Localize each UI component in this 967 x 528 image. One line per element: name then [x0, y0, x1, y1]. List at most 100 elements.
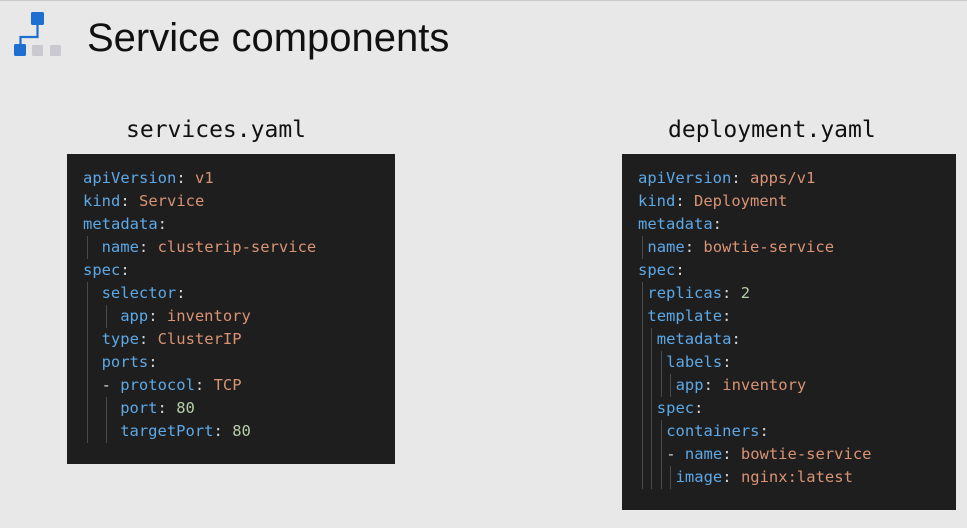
yaml-key: apiVersion	[83, 169, 177, 187]
yaml-key: kind	[83, 192, 121, 210]
yaml-key: protocol	[120, 376, 195, 394]
yaml-key: spec	[83, 261, 121, 279]
top-border	[0, 0, 967, 1]
yaml-value: Deployment	[694, 192, 788, 210]
list-dash: -	[666, 445, 685, 463]
yaml-colon: :	[675, 261, 685, 279]
indent-guide	[642, 282, 643, 489]
deployment-yaml-code-block: apiVersion: apps/v1 kind: Deployment metad…	[622, 154, 956, 510]
code-line: image: nginx:latest	[676, 466, 853, 489]
code-line: type: ClusterIP	[102, 328, 242, 351]
yaml-colon: :	[176, 284, 186, 302]
yaml-colon: :	[675, 192, 694, 210]
yaml-colon: :	[194, 376, 214, 394]
yaml-value: 2	[740, 284, 751, 302]
deployment-yaml-filename: deployment.yaml	[668, 117, 876, 143]
yaml-colon: :	[731, 330, 741, 348]
yaml-value: ClusterIP	[157, 330, 242, 348]
yaml-value: Service	[139, 192, 205, 210]
yaml-value: apps/v1	[750, 169, 816, 187]
yaml-key: labels	[666, 353, 723, 371]
yaml-colon: :	[759, 422, 769, 440]
yaml-key: port	[120, 399, 158, 417]
code-line: selector:	[102, 282, 186, 305]
yaml-key: name	[647, 238, 685, 256]
code-line: spec:	[83, 259, 130, 282]
yaml-key: targetPort	[120, 422, 214, 440]
yaml-colon: :	[157, 215, 167, 233]
yaml-key: metadata	[83, 215, 158, 233]
indent-guide	[670, 374, 672, 397]
yaml-key: template	[647, 307, 723, 325]
yaml-value: bowtie-service	[740, 445, 872, 463]
code-line: app: inventory	[676, 374, 807, 397]
code-line: name: bowtie-service	[647, 236, 834, 259]
yaml-key: name	[684, 445, 723, 463]
code-line: containers:	[666, 420, 769, 443]
code-line: targetPort: 80	[120, 420, 251, 443]
yaml-value: inventory	[722, 376, 807, 394]
code-line: labels:	[666, 351, 731, 374]
yaml-value: nginx:latest	[740, 468, 853, 486]
yaml-colon: :	[120, 261, 130, 279]
indent-guide	[642, 236, 643, 259]
yaml-key: metadata	[638, 215, 713, 233]
yaml-colon: :	[722, 284, 741, 302]
yaml-key: spec	[638, 261, 676, 279]
yaml-key: app	[675, 376, 704, 394]
yaml-key: type	[101, 330, 139, 348]
yaml-key: metadata	[656, 330, 732, 348]
code-line: apiVersion: apps/v1	[638, 167, 815, 190]
workflow-icon	[14, 12, 61, 56]
yaml-value: TCP	[213, 376, 242, 394]
yaml-colon: :	[722, 353, 732, 371]
indent-guide	[87, 236, 88, 259]
yaml-colon: :	[138, 330, 158, 348]
yaml-colon: :	[148, 307, 167, 325]
services-yaml-filename: services.yaml	[126, 117, 307, 143]
page-title: Service components	[87, 16, 450, 60]
code-line: - name: bowtie-service	[666, 443, 871, 466]
yaml-colon: :	[722, 468, 741, 486]
yaml-key: replicas	[647, 284, 723, 302]
yaml-key: spec	[656, 399, 695, 417]
code-line: replicas: 2	[647, 282, 750, 305]
services-yaml-code-block: apiVersion: v1 kind: Service metadata: name…	[67, 154, 395, 464]
indent-guide	[660, 420, 662, 489]
yaml-colon: :	[694, 399, 704, 417]
code-line: app: inventory	[120, 305, 251, 328]
yaml-colon: :	[684, 238, 704, 256]
yaml-key: apiVersion	[638, 169, 732, 187]
indent-guide	[670, 466, 672, 489]
yaml-colon: :	[703, 376, 723, 394]
yaml-value: 80	[232, 422, 251, 440]
yaml-colon: :	[731, 169, 750, 187]
yaml-value: 80	[176, 399, 195, 417]
code-line: metadata:	[657, 328, 741, 351]
code-line: kind: Service	[83, 190, 204, 213]
indent-guide	[87, 282, 88, 443]
yaml-colon: :	[176, 169, 195, 187]
yaml-colon: :	[722, 307, 732, 325]
code-line: apiVersion: v1	[83, 167, 214, 190]
yaml-key: containers	[666, 422, 760, 440]
code-line: template:	[647, 305, 731, 328]
yaml-colon: :	[712, 215, 722, 233]
code-line: metadata:	[638, 213, 722, 236]
code-line: kind: Deployment	[638, 190, 787, 213]
code-line: - protocol: TCP	[102, 374, 242, 397]
code-line: ports:	[102, 351, 158, 374]
code-line: name: clusterip-service	[102, 236, 317, 259]
yaml-colon: :	[722, 445, 741, 463]
indent-guide	[105, 397, 107, 443]
indent-guide	[651, 328, 653, 489]
yaml-key: image	[675, 468, 723, 486]
yaml-colon: :	[157, 399, 177, 417]
yaml-value: bowtie-service	[703, 238, 835, 256]
code-line: spec:	[638, 259, 685, 282]
yaml-value: clusterip-service	[157, 238, 317, 256]
yaml-colon: :	[120, 192, 139, 210]
yaml-key: kind	[638, 192, 676, 210]
yaml-key: name	[101, 238, 139, 256]
code-line: port: 80	[120, 397, 195, 420]
